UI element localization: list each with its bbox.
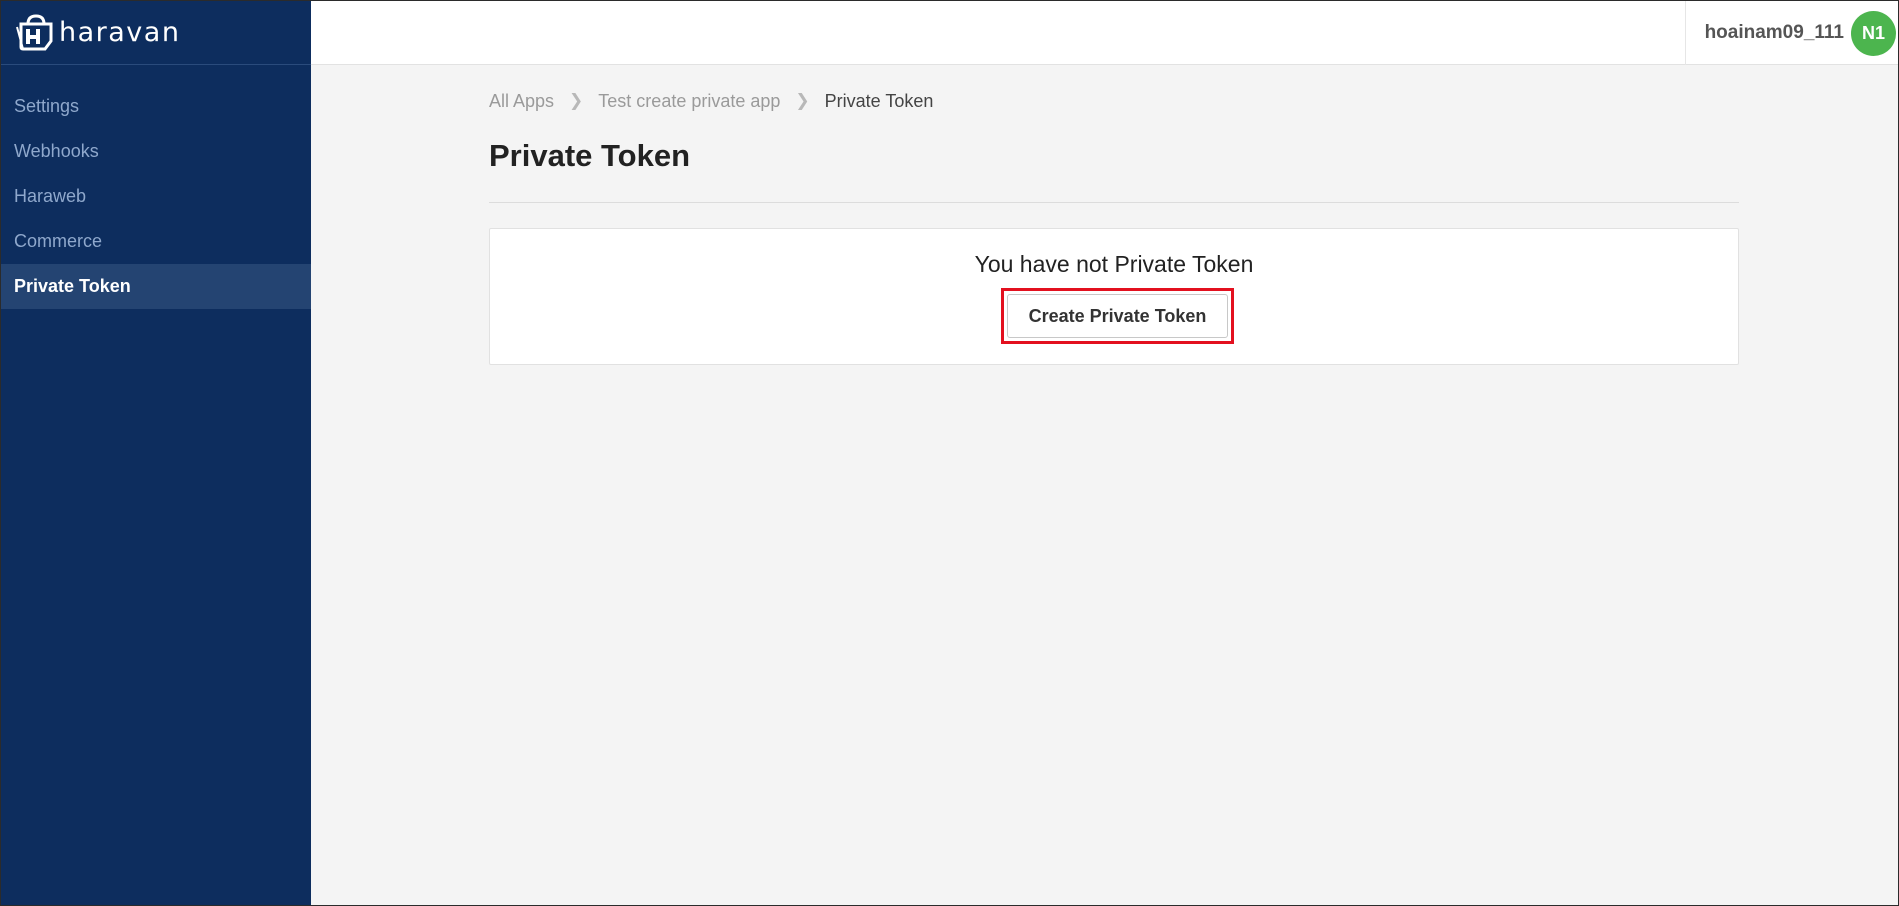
empty-state-card: You have not Private Token Create Privat… bbox=[489, 228, 1739, 365]
breadcrumb-all-apps[interactable]: All Apps bbox=[489, 91, 554, 112]
user-menu[interactable]: hoainam09_111 N1 bbox=[1684, 1, 1898, 65]
sidebar-nav: Settings Webhooks Haraweb Commerce Priva… bbox=[1, 84, 311, 309]
breadcrumb-current: Private Token bbox=[824, 90, 934, 111]
logo[interactable]: haravan bbox=[1, 1, 311, 65]
breadcrumb: All Apps ❯ Test create private app ❯ Pri… bbox=[489, 85, 1739, 117]
breadcrumb-separator-icon: ❯ bbox=[569, 91, 584, 110]
sidebar-item-commerce[interactable]: Commerce bbox=[1, 219, 311, 264]
sidebar-item-haraweb[interactable]: Haraweb bbox=[1, 174, 311, 219]
breadcrumb-app[interactable]: Test create private app bbox=[598, 91, 780, 112]
sidebar-item-settings[interactable]: Settings bbox=[1, 84, 311, 129]
username[interactable]: hoainam09_111 bbox=[1705, 22, 1844, 44]
empty-state-message: You have not Private Token bbox=[974, 251, 1254, 277]
sidebar-item-webhooks[interactable]: Webhooks bbox=[1, 129, 311, 174]
haravan-bag-icon bbox=[16, 13, 53, 50]
divider bbox=[489, 202, 1739, 203]
brand-name: haravan bbox=[59, 17, 181, 48]
breadcrumb-separator-icon: ❯ bbox=[795, 91, 810, 110]
main-content: All Apps ❯ Test create private app ❯ Pri… bbox=[489, 65, 1739, 365]
sidebar-item-private-token[interactable]: Private Token bbox=[1, 264, 311, 309]
top-bar: hoainam09_111 N1 bbox=[311, 1, 1898, 65]
avatar[interactable]: N1 bbox=[1851, 10, 1896, 56]
app-window: haravan Settings Webhooks Haraweb Commer… bbox=[0, 0, 1899, 906]
page-title: Private Token bbox=[489, 138, 691, 173]
sidebar: haravan Settings Webhooks Haraweb Commer… bbox=[1, 1, 311, 905]
create-private-token-button[interactable]: Create Private Token bbox=[1007, 294, 1228, 338]
